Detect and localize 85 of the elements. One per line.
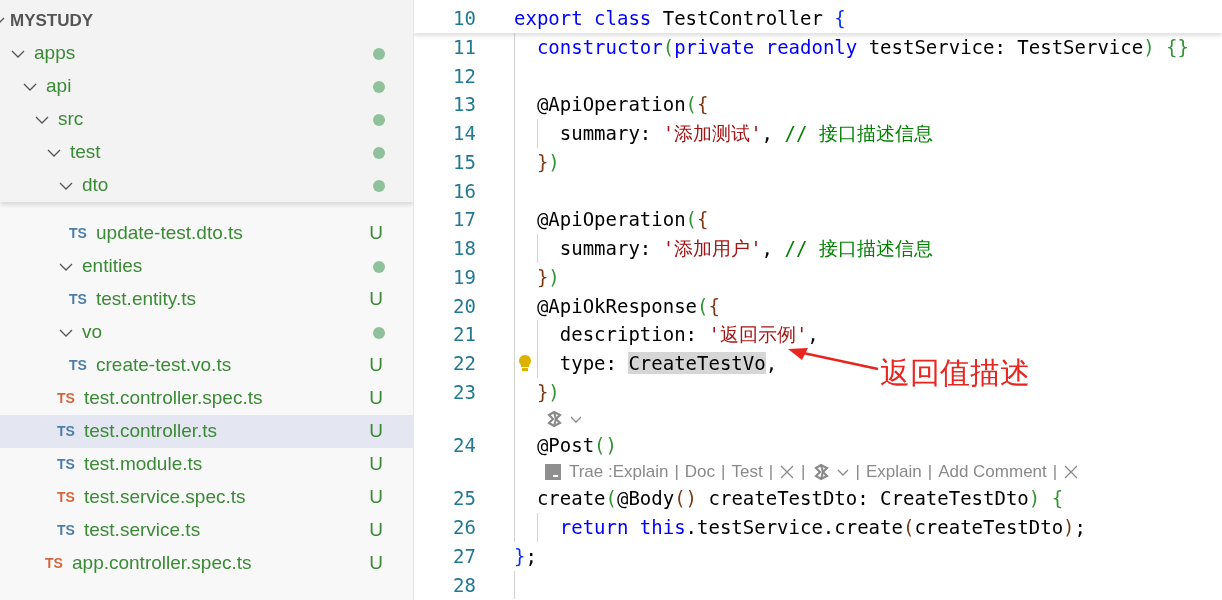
line-number: 20 [452, 293, 476, 319]
code-line: @Post() [536, 433, 617, 458]
code-line: }) [536, 264, 560, 290]
typescript-file-icon: TS [69, 355, 96, 376]
line-number: 19 [452, 264, 476, 290]
typescript-file-icon: TS [69, 289, 96, 310]
tree-item[interactable]: TS update-test.dto.ts U [0, 217, 413, 250]
codelens-link[interactable]: Test [731, 459, 763, 485]
git-status: U [369, 221, 383, 246]
code-line: @ApiOperation({ [536, 92, 709, 118]
line-number: 10 [452, 6, 476, 31]
git-status: U [369, 551, 383, 576]
line-number: 23 [452, 379, 476, 405]
tree-item[interactable]: apps [0, 37, 413, 70]
codelens-link[interactable]: Doc [684, 459, 716, 485]
tree-item[interactable]: TS create-test.vo.ts U [0, 349, 413, 382]
annotation-label: 返回值描述 [880, 354, 1030, 392]
line-number: 26 [452, 515, 476, 540]
tree-item[interactable]: test [0, 136, 413, 169]
line-number: 22 [452, 351, 476, 376]
line-number: 13 [452, 92, 476, 118]
typescript-file-icon: TS [57, 421, 84, 442]
code-line: }; [514, 543, 537, 569]
close-icon[interactable] [1063, 464, 1080, 480]
code-line: summary: '添加用户', // 接口描述信息 [559, 236, 933, 261]
tree-item[interactable]: src [0, 103, 413, 136]
codelens-link[interactable]: Add Comment [938, 459, 1047, 485]
tree-item[interactable]: TS test.module.ts U [0, 448, 413, 481]
typescript-file-icon: TS [57, 388, 84, 409]
code-line: summary: '添加测试', // 接口描述信息 [559, 121, 933, 146]
git-status: U [369, 452, 383, 477]
line-number: 28 [452, 572, 476, 598]
code-line: export class TestController { [514, 6, 846, 31]
separator: | [768, 461, 774, 484]
git-status: U [369, 419, 383, 444]
typescript-file-icon: TS [69, 223, 96, 244]
code-line: }) [536, 149, 560, 175]
codelens-link[interactable]: Explain [865, 459, 922, 485]
terminal-icon [544, 464, 561, 480]
separator: | [801, 461, 806, 484]
tree-item[interactable]: TS app.controller.spec.ts U [0, 547, 413, 580]
tree-item[interactable]: vo [0, 316, 413, 349]
line-number: 12 [452, 63, 476, 89]
code-line: description: '返回示例', [559, 322, 819, 348]
git-status: U [369, 518, 383, 543]
typescript-file-icon: TS [57, 454, 84, 475]
tree-item[interactable]: TS test.service.spec.ts U [0, 481, 413, 514]
tree-item[interactable]: dto [0, 169, 413, 202]
separator: | [927, 461, 933, 484]
line-number: 24 [452, 433, 476, 458]
separator: | [1052, 461, 1058, 484]
line-number: 11 [452, 34, 476, 60]
typescript-file-icon: TS [57, 487, 84, 508]
line-number: 25 [452, 486, 476, 512]
line-number: 18 [452, 236, 476, 261]
codelens-link[interactable]: Trae :Explain [568, 459, 669, 485]
git-status: U [369, 353, 383, 378]
section-title: MYSTUDY [10, 9, 94, 32]
tree-item[interactable]: TS test.controller.ts U [0, 415, 413, 448]
line-number: 15 [452, 149, 476, 175]
typescript-file-icon: TS [57, 520, 84, 541]
code-line: return this.testService.create(createTestDto); [559, 515, 1086, 540]
close-icon[interactable] [779, 464, 796, 480]
tree-item[interactable]: TS test.service.ts U [0, 514, 413, 547]
code-line: @ApiOperation({ [536, 207, 709, 233]
code-line: constructor(private readonly testService: TestService) {} [536, 34, 1189, 60]
line-number: 27 [452, 543, 476, 569]
git-status: U [369, 287, 383, 312]
tree-item[interactable]: TS test.controller.spec.ts U [0, 382, 413, 415]
line-number: 16 [452, 178, 476, 204]
line-number: 14 [452, 121, 476, 146]
line-number: 21 [452, 322, 476, 348]
git-status: U [369, 386, 383, 411]
tree-item[interactable]: TS test.entity.ts U [0, 283, 413, 316]
git-status: U [369, 485, 383, 510]
line-number: 17 [452, 207, 476, 233]
code-line: @ApiOkResponse({ [536, 293, 720, 319]
separator: | [855, 461, 860, 484]
code-line: create(@Body() createTestDto: CreateTestDto) { [536, 486, 1064, 512]
typescript-file-icon: TS [45, 553, 72, 574]
separator: | [721, 461, 726, 484]
tree-item[interactable]: entities [0, 250, 413, 283]
separator: | [674, 461, 679, 484]
code-line: }) [536, 379, 560, 405]
tree-item[interactable]: api [0, 70, 413, 103]
